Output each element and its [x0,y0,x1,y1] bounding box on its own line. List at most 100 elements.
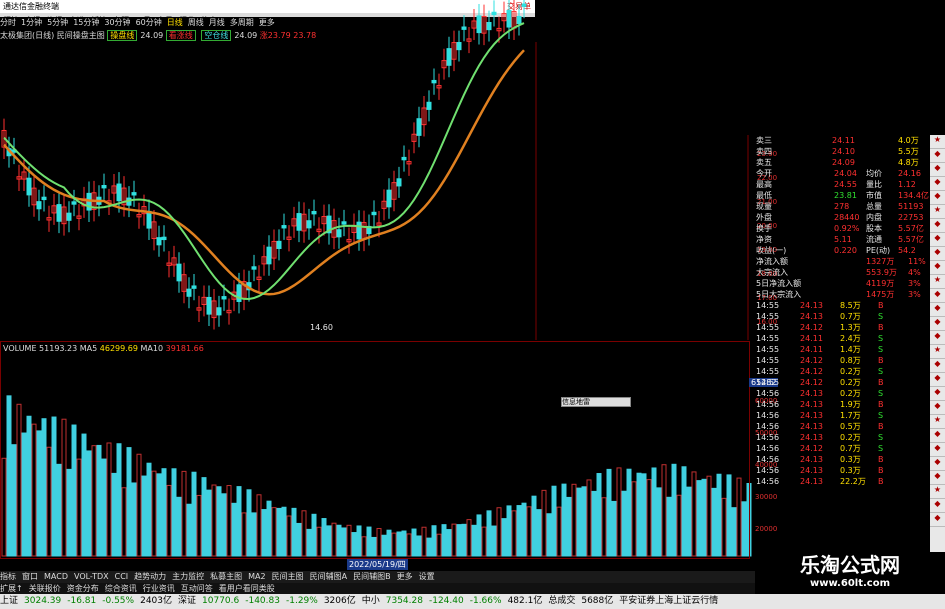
sidebar-icon[interactable]: ◆ [930,499,945,513]
ask-volume: 5.5万 [898,147,919,156]
candle-body [296,213,302,231]
flow-percent: 3% [908,290,921,299]
ask-volume: 4.0万 [898,136,919,145]
tick-side: B [878,422,884,431]
sidebar-icon[interactable]: ◆ [930,429,945,443]
candle-body [401,156,407,161]
sidebar-icon[interactable]: ◆ [930,163,945,177]
right-sidebar[interactable]: ★ ◆ ◆ ◆ ◆ ★ ◆ ◆ ◆ ◆ ★ ◆ ◆ ◆ ◆ ★ ◆ ◆ ◆ ◆ ★ ◆ ◆ ◆ ◆ ★ ◆ ◆ [930,135,945,555]
flow-percent: 11% [908,257,926,266]
candle-body [356,221,362,240]
stat-label: 外盘 [756,213,772,222]
tick-price: 24.11 [800,334,823,343]
indicator-tab-0[interactable]: 指标 [0,572,16,581]
tick-volume: 22.2万 [840,477,866,486]
tick-side: B [878,323,884,332]
bottom-tab-4[interactable]: 行业资讯 [143,584,175,593]
candle-body [41,196,47,201]
sidebar-icon[interactable]: ◆ [930,303,945,317]
index-amount: 2403亿 [140,596,172,606]
flow-label: 5日大宗流入 [756,290,802,299]
bottom-tab-6[interactable]: 看用户看同类股 [219,584,275,593]
sidebar-icon[interactable]: ◆ [930,261,945,275]
tick-row: 14:56 24.13 0.3万 B [748,465,928,476]
tick-price: 24.11 [800,345,823,354]
sidebar-icon[interactable]: ★ [930,275,945,289]
index-change: -124.40 [428,596,464,606]
sidebar-icon[interactable]: ◆ [930,457,945,471]
index-amount: 3206亿 [323,596,356,606]
stat-label: 最低 [756,191,772,200]
sidebar-icon[interactable]: ★ [930,345,945,359]
sidebar-icon[interactable]: ◆ [930,219,945,233]
tick-price: 24.13 [800,400,823,409]
sidebar-icon[interactable]: ◆ [930,289,945,303]
indicator-tab-12[interactable]: 更多 [397,572,413,581]
indicator-tab-4[interactable]: CCI [115,572,129,581]
sidebar-icon[interactable]: ◆ [930,359,945,373]
stat-label: 收益(一) [756,246,787,255]
sidebar-icon[interactable]: ◆ [930,149,945,163]
sidebar-icon[interactable]: ◆ [930,443,945,457]
indicator-tab-3[interactable]: VOL-TDX [74,572,109,581]
stat-value: 51193 [898,202,924,211]
ask-row: 卖五 24.09 4.8万 [748,157,928,168]
volume-value: 51193.23 [39,344,78,353]
candle-body [251,266,257,270]
indicator-tab-6[interactable]: 主力监控 [172,572,204,581]
index-value: 3024.39 [24,596,62,606]
bottom-tab-3[interactable]: 综合资讯 [105,584,137,593]
sidebar-icon[interactable]: ◆ [930,331,945,345]
indicator-tab-5[interactable]: 趋势动力 [134,572,166,581]
sidebar-icon[interactable]: ◆ [930,513,945,527]
indicator-tab-13[interactable]: 设置 [419,572,435,581]
candle-body [116,183,122,202]
ma5-label: MA5 [79,344,98,353]
info-mine-popup[interactable]: 信息地雷 [561,397,631,407]
stat-value: 0.92% [834,224,860,233]
bottom-tab-1[interactable]: 关联报价 [29,584,61,593]
tick-row: 14:55 24.13 0.7万 S [748,311,928,322]
sidebar-icon[interactable]: ◆ [930,373,945,387]
sidebar-icon[interactable]: ◆ [930,233,945,247]
candle-body [486,21,492,31]
bottom-tab-5[interactable]: 互动问答 [181,584,213,593]
indicator-tab-8[interactable]: MA2 [248,572,265,581]
stat-value: 23.81 [834,191,857,200]
indicator-tab-9[interactable]: 民间主图 [272,572,304,581]
stat-label: 换手 [756,224,772,233]
index-change: -140.83 [245,596,280,606]
sidebar-icon[interactable]: ★ [930,485,945,499]
candle-body [101,185,107,189]
candle-body [341,221,347,225]
stat-value: 24.55 [834,180,857,189]
bottom-tab-0[interactable]: 扩展↑ [0,584,23,593]
volume-pane[interactable] [0,341,750,559]
sidebar-icon[interactable]: ◆ [930,387,945,401]
tick-side: B [878,477,884,486]
stat-label: 均价 [866,169,882,178]
sidebar-icon[interactable]: ◆ [930,471,945,485]
bottom-tab-2[interactable]: 资金分布 [67,584,99,593]
indicator-tab-11[interactable]: 民间辅图B [353,572,391,581]
stat-value: 5.57亿 [898,224,924,233]
sidebar-icon[interactable]: ★ [930,135,945,149]
stat-label: 净资 [756,235,772,244]
sidebar-icon[interactable]: ★ [930,205,945,219]
sidebar-icon[interactable]: ◆ [930,247,945,261]
sidebar-icon[interactable]: ◆ [930,317,945,331]
indicator-tab-1[interactable]: 窗口 [22,572,38,581]
sidebar-icon[interactable]: ◆ [930,177,945,191]
sidebar-icon[interactable]: ◆ [930,191,945,205]
indicator-tab-2[interactable]: MACD [44,572,68,581]
indicator-tab-7[interactable]: 私募主图 [210,572,242,581]
indicator-tab-10[interactable]: 民间辅图A [310,572,347,581]
stat-value: 22753 [898,213,924,222]
tick-time: 14:56 [756,389,780,398]
tick-time: 14:56 [756,455,780,464]
ask-level: 卖四 [756,147,772,156]
flow-label: 净流入额 [756,257,788,266]
candle-body [36,201,42,210]
sidebar-icon[interactable]: ◆ [930,401,945,415]
sidebar-icon[interactable]: ★ [930,415,945,429]
